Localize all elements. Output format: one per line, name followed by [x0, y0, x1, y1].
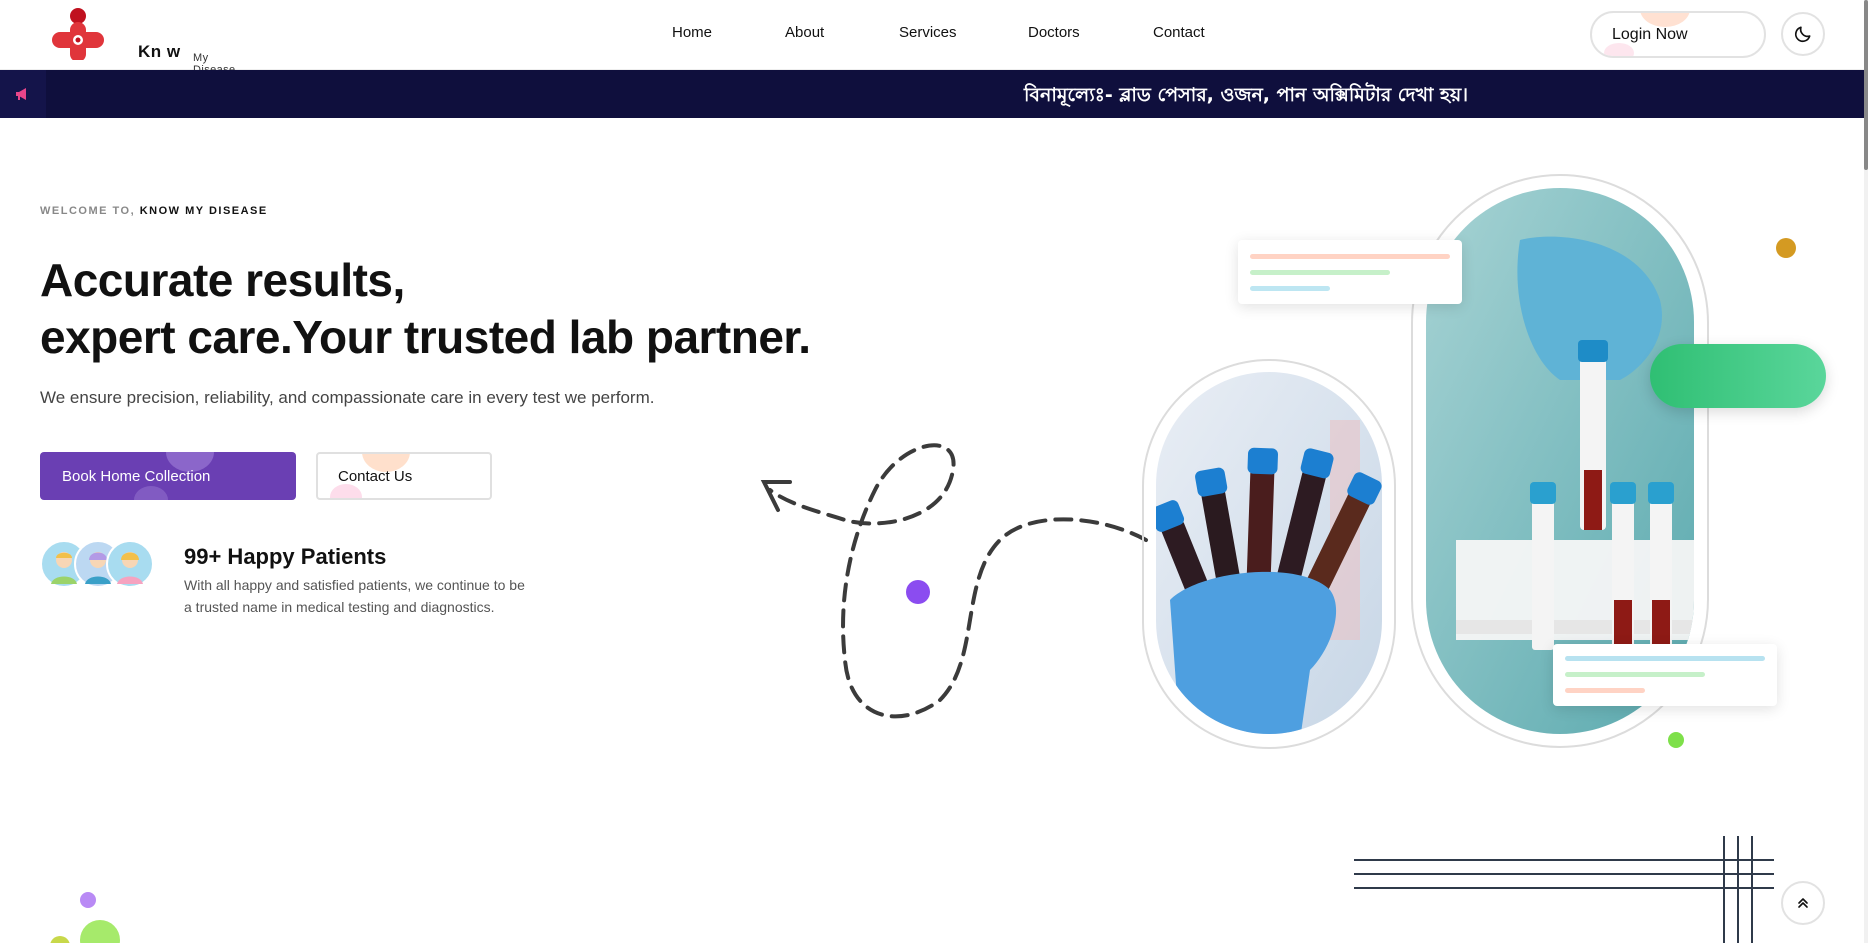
site-header: Kn w My Disease Home About Services Doct… — [0, 0, 1868, 76]
info-card-bottom — [1553, 644, 1777, 706]
welcome-eyebrow: WELCOME TO, KNOW MY DISEASE — [40, 205, 268, 217]
avatar — [106, 540, 154, 588]
book-button-label: Book Home Collection — [62, 467, 211, 485]
scroll-to-top-button[interactable] — [1781, 881, 1825, 925]
happy-patients-title: 99+ Happy Patients — [184, 544, 387, 569]
decor-dot-lilac — [80, 892, 96, 908]
megaphone-icon — [0, 70, 46, 118]
site-logo[interactable]: Kn w My Disease — [50, 8, 235, 76]
decor-dot-lime — [80, 920, 120, 943]
decor-green-pill — [1650, 344, 1826, 408]
contact-button-label: Contact Us — [338, 467, 413, 485]
dashed-arrow-path — [768, 443, 1148, 719]
chevrons-up-icon — [1798, 898, 1808, 908]
nav-home[interactable]: Home — [672, 24, 712, 41]
hero-title: Accurate results, expert care.Your trust… — [40, 252, 811, 366]
decor-lines — [1354, 836, 1774, 943]
hero-description: We ensure precision, reliability, and co… — [40, 388, 655, 407]
decor-dot-purple — [906, 580, 930, 604]
nav-doctors[interactable]: Doctors — [1028, 24, 1080, 41]
theme-toggle-button[interactable] — [1781, 12, 1825, 56]
hero-title-line2: expert care.Your trusted lab partner. — [40, 311, 811, 363]
page-scrollbar-thumb[interactable] — [1864, 0, 1868, 170]
blood-tubes-image — [1156, 372, 1382, 734]
announcement-text: বিনামূল্যেঃ- ব্লাড পেসার, ওজন, পান অক্সি… — [1024, 84, 1469, 106]
moon-icon — [1794, 26, 1811, 43]
login-button-label: Login Now — [1612, 25, 1688, 43]
welcome-brand: KNOW MY DISEASE — [139, 205, 268, 217]
decor-dot-green — [1668, 732, 1684, 748]
book-home-collection-button[interactable]: Book Home Collection — [40, 452, 296, 500]
decor-dot-gold — [1776, 238, 1796, 258]
nav-contact[interactable]: Contact — [1153, 24, 1205, 41]
info-card-top — [1238, 240, 1462, 304]
announcement-bar: বিনামূল্যেঃ- ব্লাড পেসার, ওজন, পান অক্সি… — [0, 70, 1864, 118]
nav-services[interactable]: Services — [899, 24, 957, 41]
patient-avatars — [40, 540, 156, 590]
logo-cross-icon — [52, 8, 104, 62]
contact-us-button[interactable]: Contact Us — [316, 452, 492, 500]
decor-dot-olive — [50, 936, 70, 943]
login-button[interactable]: Login Now — [1590, 11, 1766, 58]
welcome-prefix: WELCOME TO, — [40, 205, 136, 217]
hero-title-line1: Accurate results, — [40, 254, 405, 306]
logo-wordmark: Kn w — [138, 42, 181, 61]
arrow-head-icon — [760, 480, 792, 512]
happy-patients-description: With all happy and satisfied patients, w… — [184, 577, 525, 615]
nav-about[interactable]: About — [785, 24, 824, 41]
